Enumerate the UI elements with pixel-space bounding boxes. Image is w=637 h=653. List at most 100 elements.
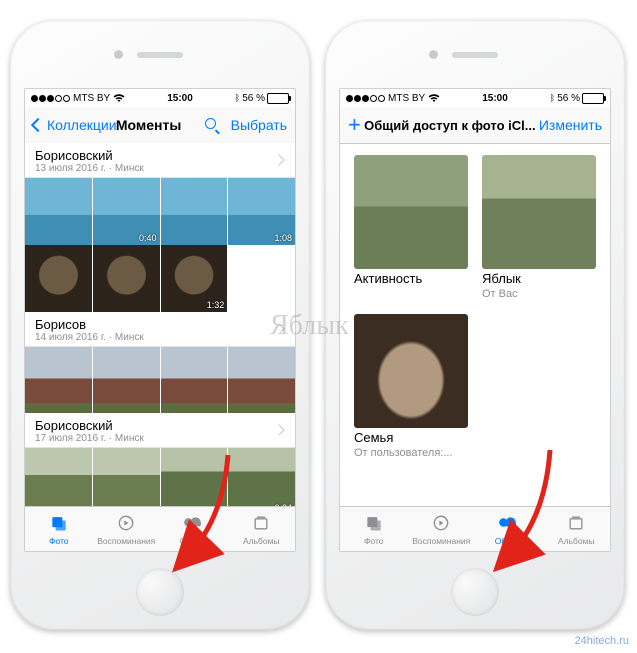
album-subtitle: От пользователя:... — [354, 447, 468, 459]
signal-dots-icon — [31, 95, 70, 102]
clock: 15:00 — [482, 93, 508, 104]
iphone-right: MTS BY 15:00 ᛒ 56 % + Общий доступ к фот… — [325, 20, 625, 630]
speaker-slot — [452, 52, 498, 58]
bluetooth-icon: ᛒ — [235, 93, 240, 103]
tab-label: Альбомы — [243, 536, 280, 546]
moments-scroll[interactable]: Борисовский13 июля 2016 г. · Минск 0:40 1:… — [25, 143, 295, 507]
battery-pct: 56 % — [242, 93, 265, 104]
album-thumb — [482, 155, 596, 269]
moment-header[interactable]: Борисовский17 июля 2016 г. · Минск — [25, 413, 295, 448]
add-button[interactable]: + — [348, 118, 361, 132]
tab-bar: Фото Воспоминания Общие Альбомы — [340, 506, 610, 551]
photos-icon — [48, 513, 70, 535]
album-subtitle: От Вас — [482, 288, 596, 300]
battery-icon — [267, 93, 289, 104]
photo-thumb[interactable] — [161, 347, 228, 414]
tab-label: Фото — [364, 536, 384, 546]
moment-date: 17 июля 2016 г. · Минск — [35, 433, 285, 444]
carrier: MTS BY — [73, 93, 110, 104]
photo-thumb[interactable] — [161, 178, 228, 245]
shared-album-card[interactable]: Яблык От Вас — [482, 155, 596, 300]
shared-albums-scroll[interactable]: Активность Яблык От Вас Семья От пользовател… — [340, 143, 610, 507]
photo-thumb[interactable] — [25, 178, 92, 245]
photos-icon — [363, 513, 385, 535]
album-title: Активность — [354, 271, 468, 286]
select-button[interactable]: Выбрать — [231, 117, 287, 133]
shared-icon — [498, 513, 520, 535]
photo-thumb[interactable] — [25, 245, 92, 312]
albums-icon — [250, 513, 272, 535]
albums-icon — [565, 513, 587, 535]
moment-header[interactable]: Борисовский13 июля 2016 г. · Минск — [25, 143, 295, 178]
shared-album-card[interactable]: Активность — [354, 155, 468, 300]
moment-location: Борисовский — [35, 148, 285, 163]
album-thumb — [354, 155, 468, 269]
photo-thumb[interactable]: 1:32 — [161, 245, 228, 312]
screen-right: MTS BY 15:00 ᛒ 56 % + Общий доступ к фот… — [339, 88, 611, 552]
album-title: Яблык — [482, 271, 596, 286]
tab-label: Общие — [495, 536, 523, 546]
thumb-row: 0:24 — [25, 448, 295, 507]
battery-pct: 56 % — [557, 93, 580, 104]
video-duration: 0:40 — [139, 233, 157, 243]
photo-thumb[interactable] — [228, 347, 295, 414]
tab-albums[interactable]: Альбомы — [543, 507, 611, 551]
front-camera — [114, 50, 123, 59]
moment-header[interactable]: Борисов14 июля 2016 г. · Минск — [25, 312, 295, 347]
tab-photos[interactable]: Фото — [340, 507, 408, 551]
photo-thumb[interactable] — [93, 448, 160, 507]
shared-album-card[interactable]: Семья От пользователя:... — [354, 314, 468, 459]
thumb-row: 1:32 — [25, 245, 295, 312]
bluetooth-icon: ᛒ — [550, 93, 555, 103]
wifi-icon — [113, 94, 125, 103]
nav-title: Моменты — [93, 117, 205, 133]
memories-icon — [430, 513, 452, 535]
album-title: Семья — [354, 430, 468, 445]
photo-thumb[interactable] — [25, 347, 92, 414]
tab-memories[interactable]: Воспоминания — [408, 507, 476, 551]
tab-label: Воспоминания — [97, 536, 155, 546]
video-duration: 1:08 — [274, 233, 292, 243]
thumb-row — [25, 347, 295, 414]
shared-icon — [183, 513, 205, 535]
photo-thumb[interactable] — [25, 448, 92, 507]
photo-thumb[interactable]: 1:08 — [228, 178, 295, 245]
signal-dots-icon — [346, 95, 385, 102]
photo-thumb[interactable] — [161, 448, 228, 507]
photo-thumb[interactable] — [93, 347, 160, 414]
iphone-left: MTS BY 15:00 ᛒ 56 % Коллекции Моменты Вы… — [10, 20, 310, 630]
photo-thumb[interactable]: 0:24 — [228, 448, 295, 507]
source-credit: 24hitech.ru — [575, 635, 629, 647]
memories-icon — [115, 513, 137, 535]
screen-left: MTS BY 15:00 ᛒ 56 % Коллекции Моменты Вы… — [24, 88, 296, 552]
thumb-row: 0:40 1:08 — [25, 178, 295, 245]
wifi-icon — [428, 94, 440, 103]
tab-label: Альбомы — [558, 536, 595, 546]
tab-memories[interactable]: Воспоминания — [93, 507, 161, 551]
nav-bar: Коллекции Моменты Выбрать — [25, 107, 295, 144]
battery-icon — [582, 93, 604, 104]
status-bar: MTS BY 15:00 ᛒ 56 % — [25, 89, 295, 107]
status-bar: MTS BY 15:00 ᛒ 56 % — [340, 89, 610, 107]
search-icon[interactable] — [205, 118, 219, 132]
tab-shared[interactable]: Общие — [160, 507, 228, 551]
carrier: MTS BY — [388, 93, 425, 104]
tab-label: Общие — [180, 536, 208, 546]
nav-bar: + Общий доступ к фото iCl... Изменить — [340, 107, 610, 144]
tab-shared[interactable]: Общие — [475, 507, 543, 551]
tab-albums[interactable]: Альбомы — [228, 507, 296, 551]
home-button[interactable] — [136, 568, 184, 616]
home-button[interactable] — [451, 568, 499, 616]
edit-button[interactable]: Изменить — [539, 117, 602, 133]
moment-location: Борисовский — [35, 418, 285, 433]
speaker-slot — [137, 52, 183, 58]
tab-label: Фото — [49, 536, 69, 546]
tab-photos[interactable]: Фото — [25, 507, 93, 551]
album-thumb — [354, 314, 468, 428]
photo-thumb[interactable] — [93, 245, 160, 312]
watermark: Яблык — [270, 310, 349, 342]
photo-thumb[interactable]: 0:40 — [93, 178, 160, 245]
tab-label: Воспоминания — [412, 536, 470, 546]
clock: 15:00 — [167, 93, 193, 104]
tab-bar: Фото Воспоминания Общие Альбомы — [25, 506, 295, 551]
